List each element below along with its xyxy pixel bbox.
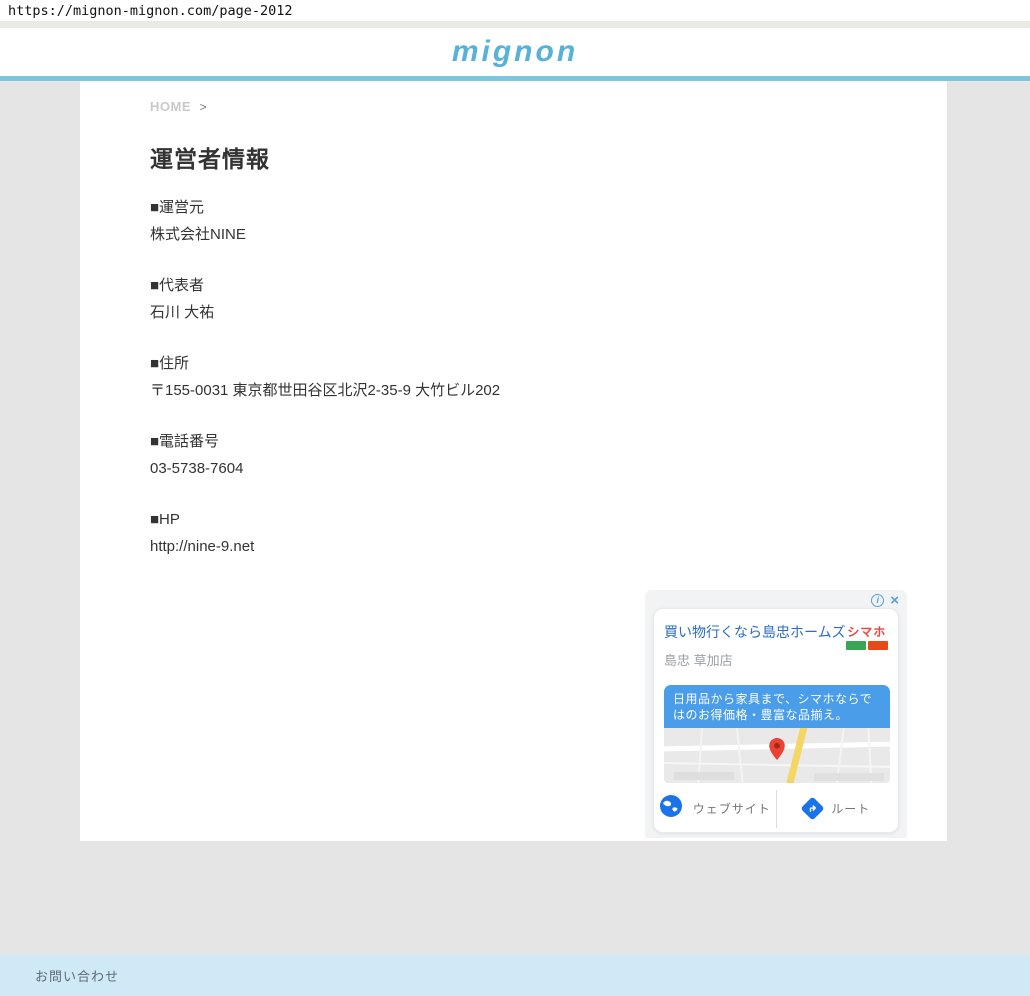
advertiser-logo: シマホ [846, 626, 888, 683]
info-section-address: ■住所 〒155-0031 東京都世田谷区北沢2-35-9 大竹ビル202 [150, 350, 877, 404]
breadcrumb: HOME > [150, 99, 877, 114]
map-block [814, 773, 884, 781]
map-road [736, 728, 744, 783]
page-title: 運営者情報 [150, 140, 877, 174]
breadcrumb-home-link[interactable]: HOME [150, 99, 191, 114]
logo-block-red [868, 641, 888, 650]
url-text: https://mignon-mignon.com/page-2012 [0, 0, 1030, 21]
ad-unit: i × 買い物行くなら島忠ホームズ 島忠 草加店 シマホ 日用品から家具まで、シ… [645, 590, 907, 838]
ad-info-icon[interactable]: i [871, 594, 884, 607]
ad-headline-link[interactable]: 買い物行くなら島忠ホームズ [664, 623, 846, 641]
map-road-highlight [781, 728, 810, 783]
ad-map-image[interactable] [664, 728, 890, 783]
section-label: ■電話番号 [150, 428, 877, 455]
top-divider-strip [0, 21, 1030, 28]
site-logo[interactable]: mignon [452, 35, 578, 69]
ad-website-button[interactable]: ウェブサイト [654, 791, 776, 827]
section-label: ■運営元 [150, 194, 877, 221]
section-label: ■住所 [150, 350, 877, 377]
advertiser-logo-text: シマホ [846, 626, 888, 639]
info-section-representative: ■代表者 石川 大祐 [150, 272, 877, 326]
section-label: ■代表者 [150, 272, 877, 299]
site-header: mignon [0, 28, 1030, 76]
ad-buttons-row: ウェブサイト ルート [654, 783, 898, 833]
footer-contact-link[interactable]: お問い合わせ [35, 966, 119, 985]
directions-icon [801, 796, 825, 820]
info-section-hp: ■HP http://nine-9.net [150, 506, 877, 560]
ad-header-row: 買い物行くなら島忠ホームズ 島忠 草加店 シマホ [654, 609, 898, 683]
map-block [674, 772, 734, 780]
section-value: http://nine-9.net [150, 533, 877, 560]
map-pin-icon [769, 738, 785, 765]
logo-block-green [846, 641, 866, 650]
ad-text-block: 買い物行くなら島忠ホームズ 島忠 草加店 [664, 623, 846, 683]
page-background: HOME > 運営者情報 ■運営元 株式会社NINE ■代表者 石川 大祐 ■住… [0, 81, 1030, 955]
ad-website-button-label: ウェブサイト [693, 800, 771, 817]
ad-card[interactable]: 買い物行くなら島忠ホームズ 島忠 草加店 シマホ 日用品から家具まで、シマホなら… [653, 608, 899, 833]
info-section-operator: ■運営元 株式会社NINE [150, 194, 877, 248]
ad-subtitle: 島忠 草加店 [664, 650, 846, 669]
ad-route-button-label: ルート [831, 800, 870, 817]
site-footer: お問い合わせ [0, 955, 1030, 996]
advertiser-logo-blocks [846, 641, 888, 650]
section-value: 石川 大祐 [150, 299, 877, 326]
ad-close-icon[interactable]: × [890, 594, 899, 608]
ad-choices-bar: i × [871, 593, 899, 608]
ad-route-button[interactable]: ルート [777, 791, 899, 827]
breadcrumb-separator: > [200, 100, 207, 114]
section-label: ■HP [150, 506, 877, 533]
ad-banner-text[interactable]: 日用品から家具まで、シマホならではのお得価格・豊富な品揃え。 [664, 685, 890, 728]
section-value: 〒155-0031 東京都世田谷区北沢2-35-9 大竹ビル202 [150, 377, 877, 404]
section-value: 株式会社NINE [150, 221, 877, 248]
section-value: 03-5738-7604 [150, 455, 877, 482]
info-section-phone: ■電話番号 03-5738-7604 [150, 428, 877, 482]
globe-icon [659, 794, 683, 823]
